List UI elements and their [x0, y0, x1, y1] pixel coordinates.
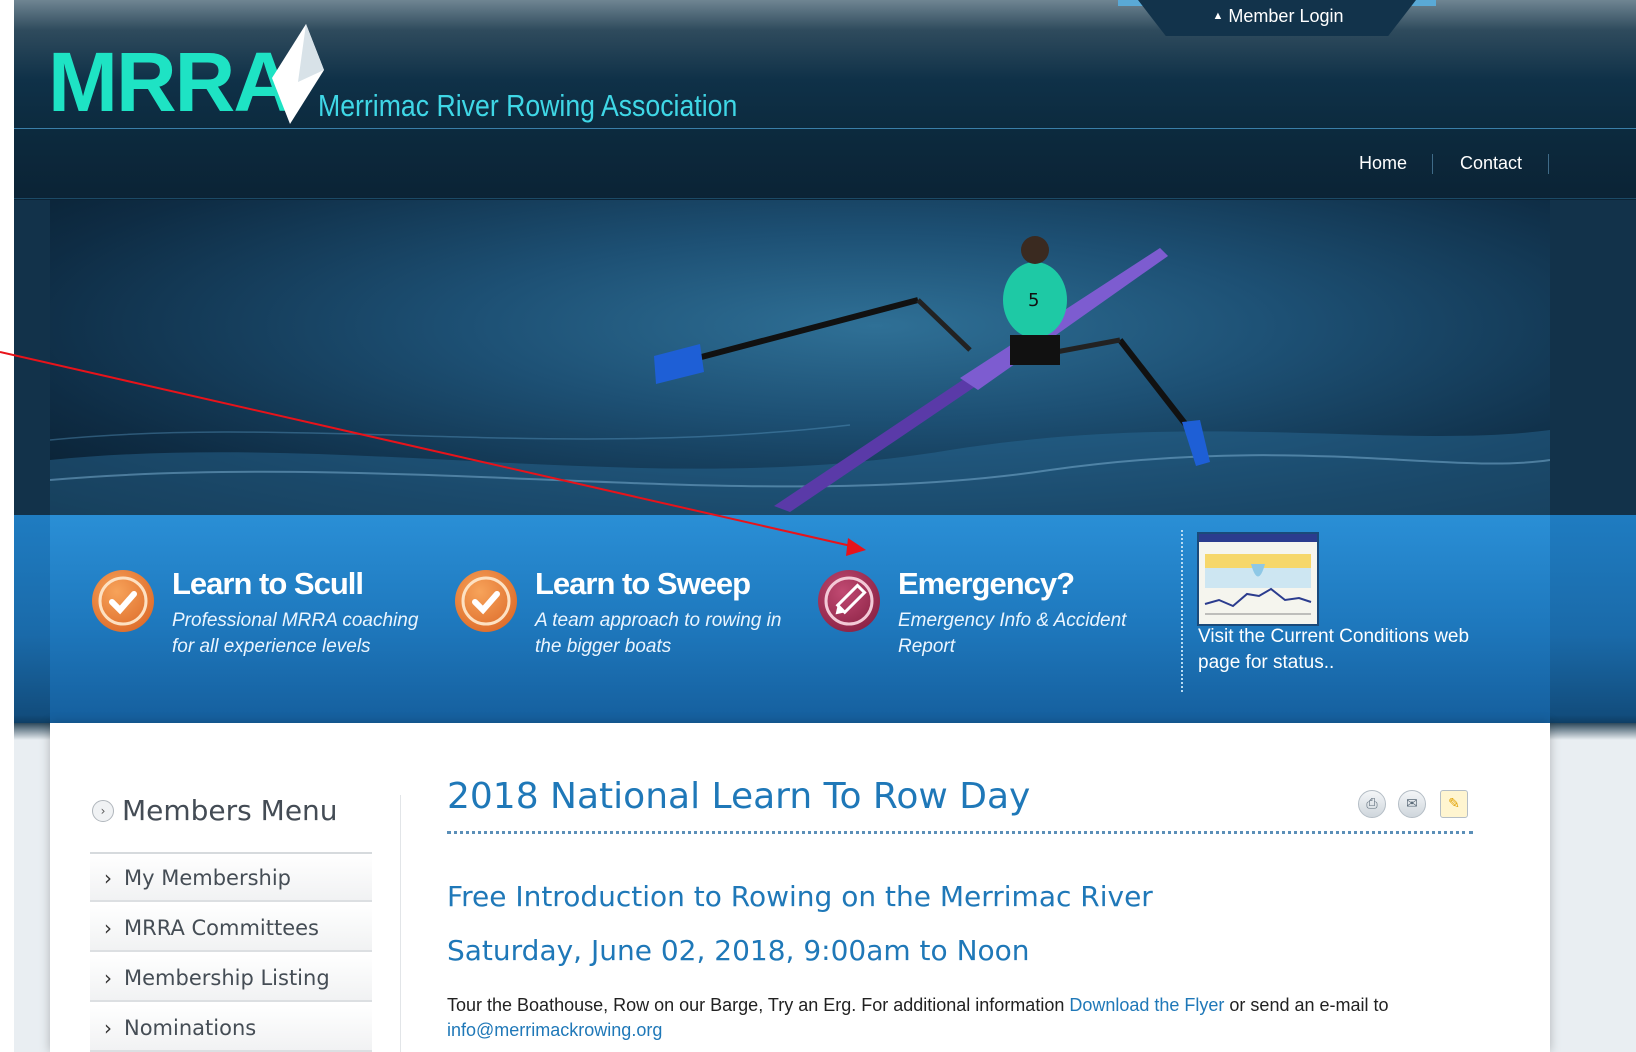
article-subheading: Free Introduction to Rowing on the Merri…: [447, 880, 1153, 913]
chevron-right-icon: ›: [104, 916, 112, 940]
site-subtitle: Merrimac River Rowing Association: [318, 88, 738, 123]
conditions-chart-thumbnail[interactable]: [1197, 532, 1319, 626]
article-rule: [447, 831, 1473, 834]
hero-banner: 5: [50, 200, 1550, 515]
article-title[interactable]: 2018 National Learn To Row Day: [447, 776, 1030, 817]
feature-learn-to-sweep[interactable]: Learn to Sweep: [535, 566, 751, 602]
chevron-right-icon: ›: [104, 1016, 112, 1040]
sidebar-item-label: MRRA Committees: [124, 916, 319, 940]
site-logo[interactable]: MRRA: [48, 40, 294, 124]
check-icon: [455, 570, 517, 632]
member-login-button[interactable]: ▲ Member Login: [1180, 6, 1376, 27]
conditions-link[interactable]: Visit the Current Conditions web page fo…: [1198, 624, 1498, 676]
pencil-icon: [818, 570, 880, 632]
download-flyer-link[interactable]: Download the Flyer: [1069, 995, 1224, 1015]
sidebar-item-mrra-committees[interactable]: › MRRA Committees: [90, 904, 372, 952]
body-text-middle: or send an e-mail to: [1224, 995, 1389, 1015]
sidebar-item-label: Nominations: [124, 1016, 257, 1040]
feature-learn-to-sweep-desc: A team approach to rowing in the bigger …: [535, 610, 782, 657]
sidebar-item-my-membership[interactable]: › My Membership: [90, 854, 372, 902]
feature-learn-to-scull-desc: Professional MRRA coaching for all exper…: [172, 610, 419, 657]
email-icon[interactable]: ✉: [1398, 790, 1426, 818]
logo-diamond-icon: [272, 24, 324, 124]
email-link[interactable]: info@merrimackrowing.org: [447, 1020, 662, 1040]
sidebar-title: Members Menu: [122, 794, 338, 827]
sidebar-item-label: Membership Listing: [124, 966, 330, 990]
article-date: Saturday, June 02, 2018, 9:00am to Noon: [447, 934, 1030, 967]
chevron-right-icon: ›: [104, 966, 112, 990]
rower-illustration: 5: [50, 236, 1550, 515]
nav-home[interactable]: Home: [1359, 153, 1407, 174]
feature-learn-to-scull[interactable]: Learn to Scull: [172, 566, 364, 602]
chevron-circle-icon: ›: [92, 800, 114, 822]
body-text-start: Tour the Boathouse, Row on our Barge, Tr…: [447, 995, 1070, 1015]
nav-divider: [14, 198, 1636, 199]
check-icon: [92, 570, 154, 632]
edit-icon[interactable]: ✎: [1440, 790, 1468, 818]
feature-emergency[interactable]: Emergency?: [898, 566, 1075, 602]
sidebar-item-nominations[interactable]: › Nominations: [90, 1004, 372, 1052]
member-login-label: Member Login: [1228, 6, 1344, 26]
svg-text:5: 5: [1028, 290, 1039, 311]
sidebar-item-label: My Membership: [124, 866, 292, 890]
conditions-divider: [1181, 530, 1183, 692]
print-icon[interactable]: ⎙: [1358, 790, 1386, 818]
content-divider: [400, 795, 401, 1052]
nav-separator: [1548, 154, 1549, 174]
nav-contact[interactable]: Contact: [1460, 153, 1522, 174]
sidebar-item-membership-listing[interactable]: › Membership Listing: [90, 954, 372, 1002]
nav-separator: [1432, 154, 1433, 174]
caret-up-icon: ▲: [1212, 10, 1224, 22]
article-body: Tour the Boathouse, Row on our Barge, Tr…: [447, 993, 1487, 1043]
chevron-right-icon: ›: [104, 866, 112, 890]
feature-emergency-desc: Emergency Info & Accident Report: [898, 610, 1127, 657]
